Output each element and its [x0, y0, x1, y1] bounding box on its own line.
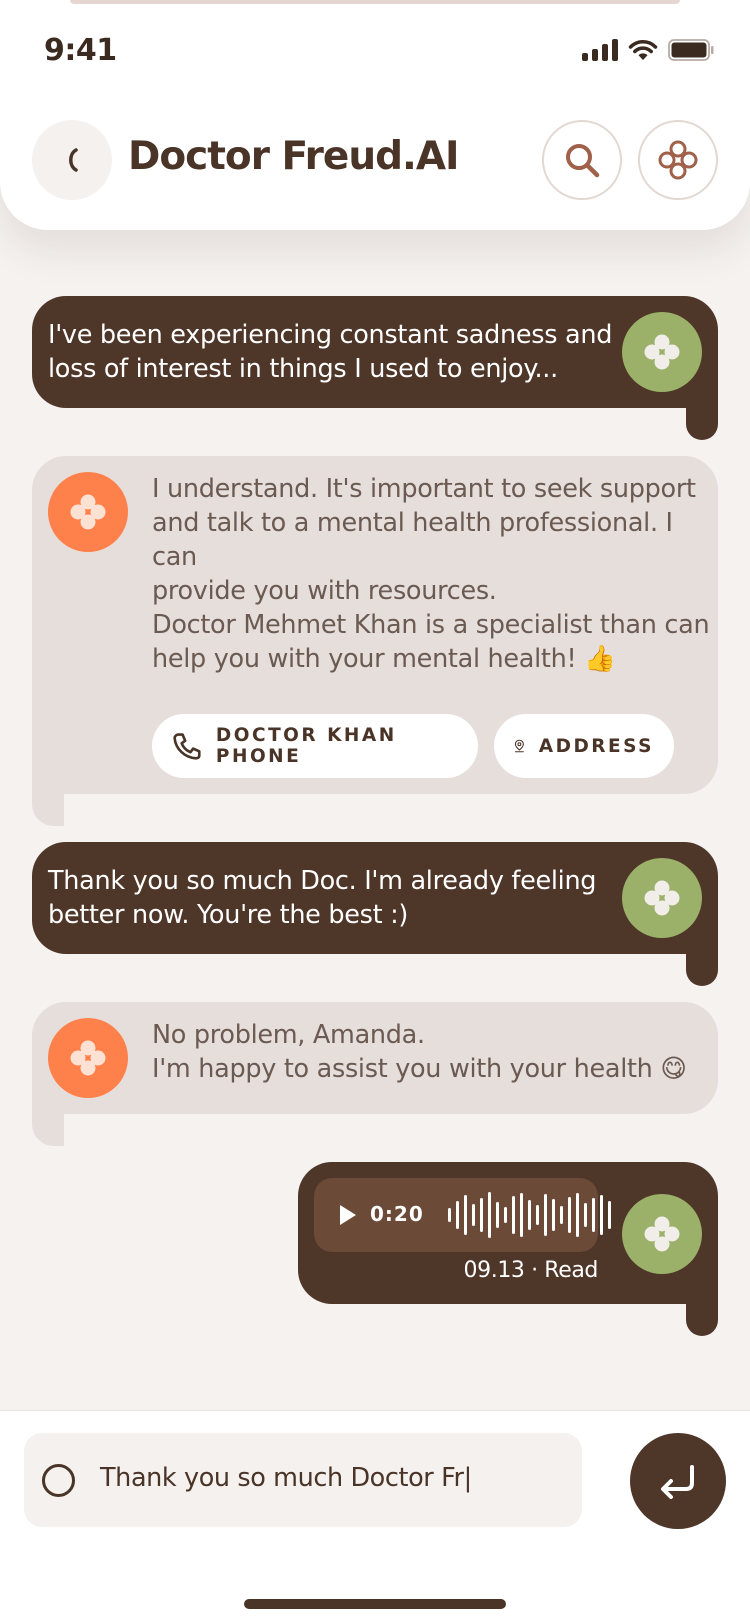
top-rim: [70, 0, 680, 4]
bubble-tail: [32, 794, 64, 826]
voice-player[interactable]: 0:20: [314, 1178, 611, 1252]
doctor-phone-button[interactable]: DOCTOR KHAN PHONE: [152, 714, 478, 778]
message-text: No problem, Amanda. I'm happy to assist …: [152, 1018, 687, 1086]
four-dots-icon: [644, 334, 680, 370]
message-line: No problem, Amanda.: [152, 1020, 425, 1050]
message-text: I've been experiencing constant sadness …: [48, 318, 612, 386]
user-avatar: [622, 312, 702, 392]
message-line: better now. You're the best :): [48, 900, 409, 930]
four-dots-icon: [644, 1216, 680, 1252]
user-message: Thank you so much Doc. I'm already feeli…: [32, 842, 718, 954]
address-button[interactable]: ADDRESS: [494, 714, 674, 778]
message-line: loss of interest in things I used to enj…: [48, 354, 558, 384]
enter-return-icon: [661, 1465, 694, 1499]
message-status: 09.13 · Read: [463, 1258, 599, 1283]
composer-bar: Thank you so much Doctor Fr|: [0, 1410, 750, 1624]
menu-button[interactable]: [638, 120, 718, 200]
voice-duration: 0:20: [370, 1202, 424, 1226]
user-avatar: [622, 858, 702, 938]
bot-avatar: [48, 472, 128, 552]
waveform: [448, 1192, 611, 1238]
back-button[interactable]: [32, 120, 112, 200]
doctor-phone-label: DOCTOR KHAN PHONE: [215, 725, 397, 767]
status-icons: [582, 38, 714, 62]
message-line: Thank you so much Doc. I'm already feeli…: [48, 866, 597, 896]
message-line: I've been experiencing constant sadness …: [48, 320, 613, 350]
search-button[interactable]: [542, 120, 622, 200]
header-card: 9:41 Doctor Freud.AI: [0, 0, 750, 230]
message-input-value[interactable]: Thank you so much Doctor Fr|: [100, 1463, 472, 1493]
message-line: provide you with resources.: [152, 576, 497, 606]
address-label: ADDRESS: [538, 735, 654, 757]
home-indicator: [244, 1599, 506, 1609]
bubble-tail: [32, 1114, 64, 1146]
user-avatar: [622, 1194, 702, 1274]
user-voice-message: 0:20 09.13 · Read: [298, 1162, 718, 1304]
play-icon[interactable]: [338, 1204, 358, 1226]
message-text: Doctor Mehmet Khan is a specialist than …: [152, 608, 710, 676]
message-line: Doctor Mehmet Khan is a specialist than …: [152, 610, 710, 640]
bot-message: No problem, Amanda. I'm happy to assist …: [32, 1002, 718, 1114]
four-dots-icon: [70, 494, 106, 530]
four-circles-icon: [658, 140, 698, 180]
bot-avatar: [48, 1018, 128, 1098]
four-dots-icon: [70, 1040, 106, 1076]
message-text: Thank you so much Doc. I'm already feeli…: [48, 864, 597, 932]
chevron-left-icon: [69, 148, 78, 172]
battery-icon: [668, 39, 714, 61]
wifi-icon: [628, 40, 658, 60]
message-line: I understand. It's important to seek sup…: [152, 474, 696, 504]
signal-icon: [582, 39, 618, 61]
page-title: Doctor Freud.AI: [128, 134, 460, 179]
message-text: I understand. It's important to seek sup…: [152, 472, 718, 608]
emoji-circle-icon[interactable]: [42, 1464, 75, 1497]
message-line: I'm happy to assist you with your health…: [152, 1054, 687, 1084]
search-icon: [566, 144, 600, 178]
user-message: I've been experiencing constant sadness …: [32, 296, 718, 408]
message-input[interactable]: Thank you so much Doctor Fr|: [24, 1433, 582, 1527]
message-line: and talk to a mental health professional…: [152, 508, 673, 572]
four-dots-icon: [644, 880, 680, 916]
map-pin-icon: [514, 739, 524, 753]
bubble-tail: [686, 408, 718, 440]
bot-message: I understand. It's important to seek sup…: [32, 456, 718, 794]
phone-icon: [173, 733, 201, 760]
message-line: help you with your mental health! 👍: [152, 644, 616, 674]
status-time: 9:41: [44, 33, 117, 68]
send-button[interactable]: [630, 1433, 726, 1529]
bubble-tail: [686, 1304, 718, 1336]
bubble-tail: [686, 954, 718, 986]
